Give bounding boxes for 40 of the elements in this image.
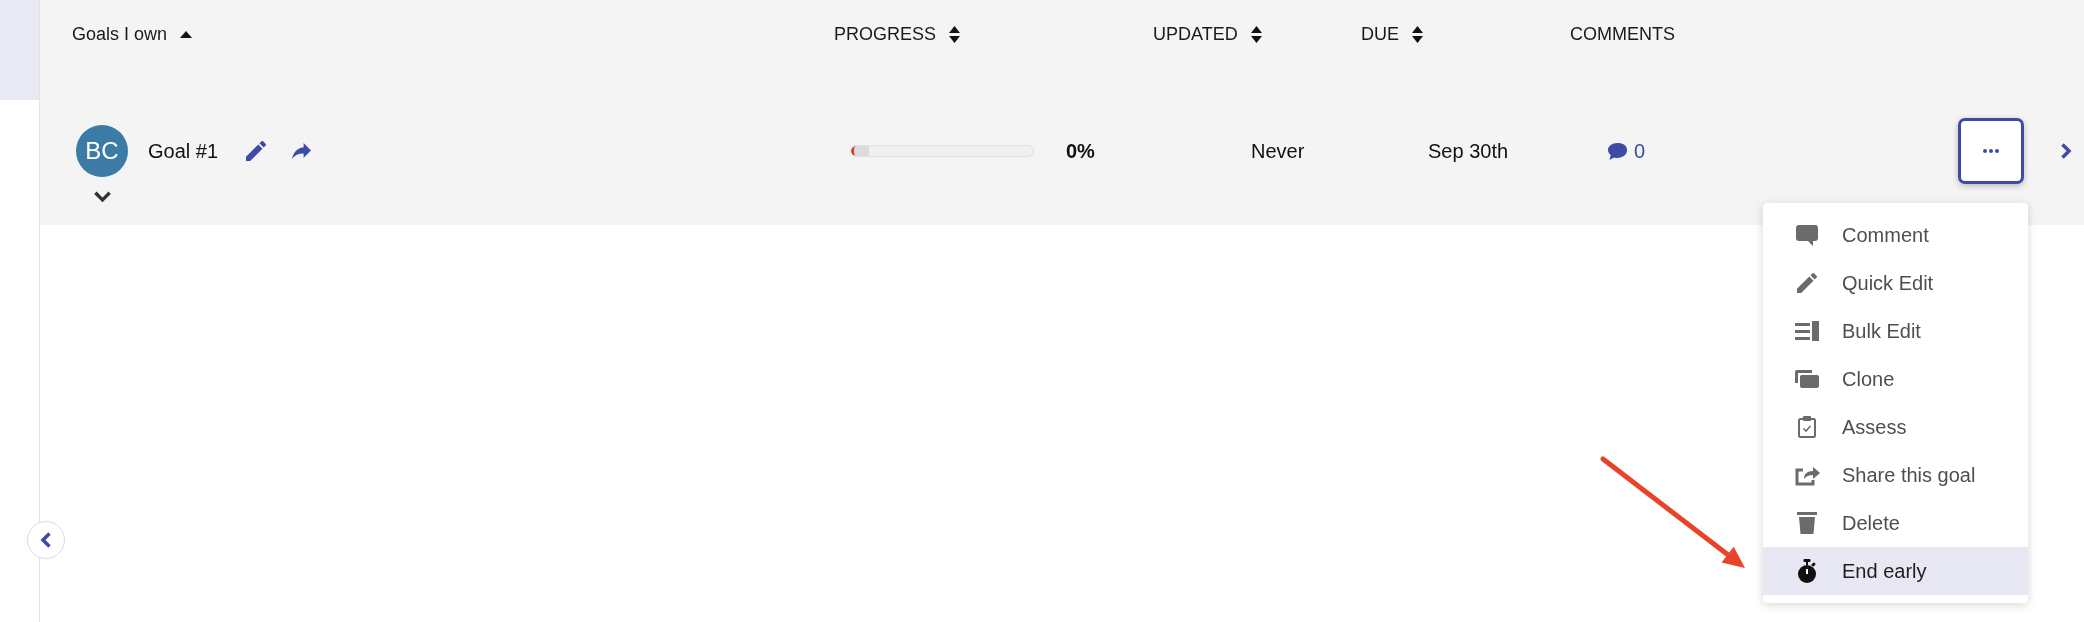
sort-icon — [1412, 25, 1423, 43]
chevron-right-icon[interactable] — [2060, 142, 2072, 160]
collapse-button[interactable] — [27, 521, 65, 559]
pencil-icon — [1797, 273, 1817, 293]
speech-bubble-icon — [1608, 142, 1627, 160]
column-header[interactable]: UPDATED — [1153, 20, 1262, 48]
menu-item[interactable]: End early — [1763, 547, 2028, 595]
menu-item[interactable]: Quick Edit — [1763, 259, 2028, 307]
menu-item[interactable]: Share this goal — [1763, 451, 2028, 499]
due-date: Sep 30th — [1428, 139, 1509, 164]
clipboard-check-icon — [1798, 416, 1816, 438]
stopwatch-icon — [1797, 559, 1817, 583]
column-header[interactable]: Goals I own — [72, 20, 193, 48]
user-avatar: BC — [76, 125, 128, 177]
column-header: COMMENTS — [1570, 22, 1675, 46]
chevron-down-icon[interactable] — [92, 190, 112, 203]
comments-button[interactable]: 0 — [1608, 136, 1646, 166]
more-button[interactable] — [1958, 118, 2024, 184]
chevron-left-icon — [40, 531, 52, 549]
speech-bubble-icon — [1796, 224, 1818, 246]
updated-date: Never — [1251, 139, 1305, 164]
lines-and-bar-icon — [1795, 321, 1819, 341]
stacked-windows-icon — [1795, 370, 1819, 388]
column-header[interactable]: DUE — [1361, 20, 1423, 48]
menu-item[interactable]: Assess — [1763, 403, 2028, 451]
sort-icon — [949, 25, 961, 43]
box-arrow-icon — [1794, 464, 1820, 486]
goal-title: Goal #1 — [148, 139, 219, 164]
progress-percent: 0% — [1066, 139, 1095, 164]
column-header[interactable]: PROGRESS — [834, 20, 961, 48]
menu-item[interactable]: Clone — [1763, 355, 2028, 403]
menu-item[interactable]: Bulk Edit — [1763, 307, 2028, 355]
trash-icon — [1797, 512, 1817, 534]
sort-icon — [1250, 25, 1262, 43]
menu-item[interactable]: Delete — [1763, 499, 2028, 547]
sort-ascending-icon — [180, 30, 193, 38]
menu-item[interactable]: Comment — [1763, 211, 2028, 259]
share-arrow-icon[interactable] — [292, 143, 312, 159]
pencil-icon[interactable] — [246, 141, 267, 161]
ellipsis-icon — [1983, 149, 1999, 153]
